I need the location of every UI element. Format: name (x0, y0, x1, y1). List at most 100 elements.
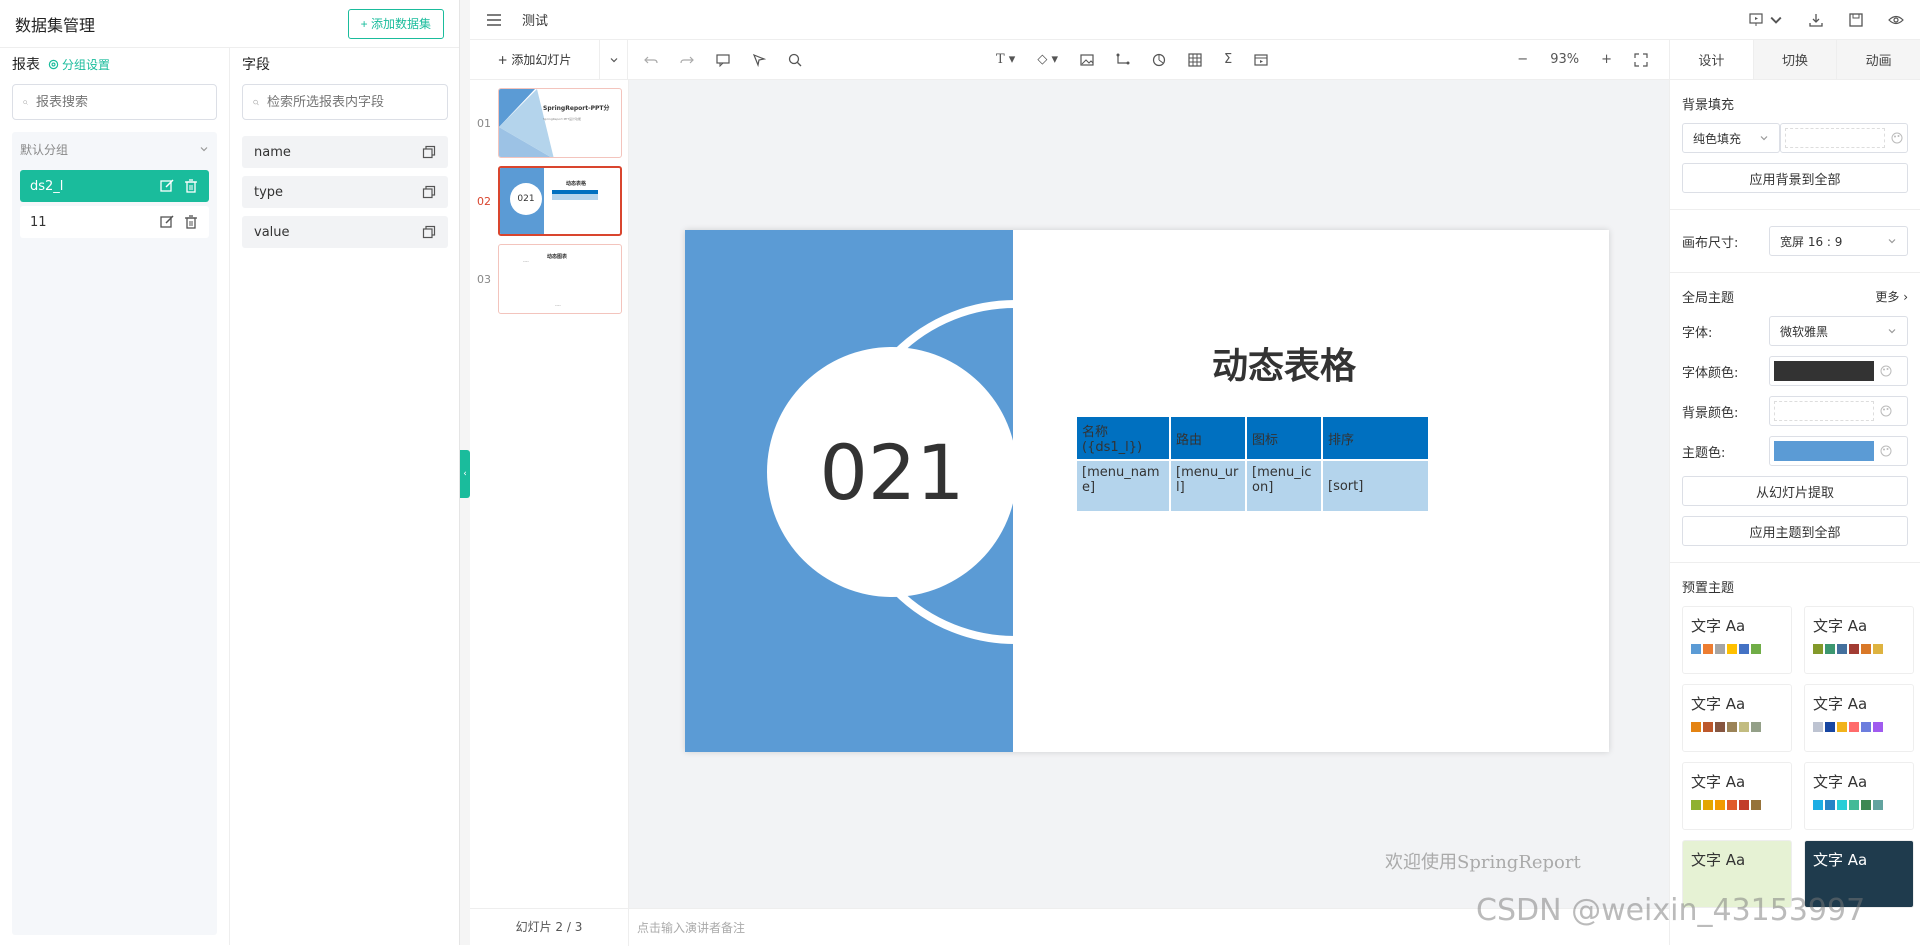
slide-canvas[interactable]: 021 动态表格 名称({ds1_l}) 路由 图标 排序 [menu_name… (629, 80, 1669, 908)
menu-icon[interactable] (486, 13, 502, 27)
slide-thumbnail[interactable]: 动态图表 ---- ---- (498, 244, 622, 314)
undo-icon[interactable] (644, 53, 658, 67)
preset-theme[interactable]: 文字 Aa (1682, 606, 1792, 674)
field-search-box (242, 84, 448, 120)
tab-transition[interactable]: 切换 (1752, 40, 1837, 79)
comment-icon[interactable] (716, 53, 730, 67)
field-item[interactable]: type (242, 176, 448, 208)
report-search-input[interactable] (36, 94, 206, 110)
table-header-cell[interactable]: 图标 (1245, 415, 1323, 461)
add-dataset-button[interactable]: + 添加数据集 (347, 8, 444, 39)
field-column: 字段 name type value (230, 48, 460, 945)
theme-preview-text: 文字 Aa (1691, 773, 1746, 791)
text-tool-icon[interactable]: T ▾ (996, 52, 1015, 67)
add-slide-button[interactable]: + 添加幻灯片 (470, 39, 600, 80)
eye-icon[interactable] (1888, 12, 1904, 28)
shape-tool-icon[interactable]: ◇ ▾ (1037, 52, 1058, 67)
image-icon[interactable] (1080, 53, 1094, 67)
table-header-cell[interactable]: 排序 (1321, 415, 1430, 461)
theme-color-swatch (1774, 441, 1874, 461)
save-icon[interactable] (1848, 12, 1864, 28)
table-cell[interactable]: [menu_url] (1169, 459, 1247, 513)
dataset-group-header[interactable]: 默认分组 (12, 132, 217, 166)
slide-number: 03 (477, 272, 491, 286)
redo-icon[interactable] (680, 53, 694, 67)
theme-color-picker[interactable] (1769, 436, 1908, 466)
table-header-cell[interactable]: 名称({ds1_l}) (1075, 415, 1171, 461)
more-themes-link[interactable]: 更多 › (1875, 288, 1908, 305)
tab-animation[interactable]: 动画 (1836, 40, 1920, 79)
field-item[interactable]: value (242, 216, 448, 248)
table-cell[interactable]: [sort] (1321, 459, 1430, 513)
present-dropdown[interactable] (1748, 12, 1784, 28)
extract-from-slide-button[interactable]: 从幻灯片提取 (1682, 476, 1908, 506)
edit-icon[interactable] (159, 178, 175, 194)
palette-icon (1880, 365, 1892, 377)
media-icon[interactable] (1254, 53, 1268, 67)
slide-thumbnail-row[interactable]: 02 021 动态表格 (470, 166, 628, 236)
preset-theme[interactable]: 文字 Aa (1682, 762, 1792, 830)
apply-theme-all-button[interactable]: 应用主题到全部 (1682, 516, 1908, 546)
fill-type-select[interactable]: 纯色填充 (1682, 123, 1780, 153)
preset-theme[interactable]: 文字 Aa (1804, 684, 1914, 752)
slide-thumbnail-row[interactable]: 03 动态图表 ---- ---- (470, 244, 628, 314)
thumbnail-subtitle: ---- (523, 259, 529, 264)
table-cell[interactable]: [menu_name] (1075, 459, 1171, 513)
theme-preview-text: 文字 Aa (1691, 851, 1746, 869)
canvas-size-select[interactable]: 宽屏 16 : 9 (1769, 226, 1908, 256)
theme-preview-text: 文字 Aa (1813, 773, 1868, 791)
tab-design[interactable]: 设计 (1670, 40, 1753, 79)
slide-thumbnails: 01 SpringReport-PPT分 SpringReport PPT设计功… (470, 80, 629, 908)
apply-bg-all-button[interactable]: 应用背景到全部 (1682, 163, 1908, 193)
slide-thumbnail[interactable]: SpringReport-PPT分 SpringReport PPT设计功能 (498, 88, 622, 158)
zoom-out-icon[interactable]: − (1517, 52, 1528, 67)
chart-icon[interactable] (1152, 53, 1166, 67)
formula-icon[interactable]: Σ (1224, 52, 1232, 67)
select-icon[interactable] (752, 53, 766, 67)
fullscreen-icon[interactable] (1634, 52, 1648, 67)
table-icon[interactable] (1188, 52, 1202, 67)
bg-fill-label: 背景填充 (1682, 98, 1735, 113)
delete-icon[interactable] (183, 214, 199, 230)
table-cell[interactable]: [menu_icon] (1245, 459, 1323, 513)
chevron-left-icon: ‹ (463, 469, 467, 479)
line-tool-icon[interactable] (1116, 53, 1130, 67)
edit-icon[interactable] (159, 214, 175, 230)
zoom-in-icon[interactable]: + (1601, 52, 1612, 67)
copy-icon[interactable] (422, 145, 436, 159)
dataset-item[interactable]: 11 (20, 206, 209, 238)
copy-icon[interactable] (422, 225, 436, 239)
group-setting-link[interactable]: 分组设置 (48, 56, 110, 73)
collapse-panel-button[interactable]: ‹ (460, 450, 470, 498)
field-item[interactable]: name (242, 136, 448, 168)
slide-watermark: 欢迎使用SpringReport (1385, 852, 1581, 873)
chevron-down-icon (610, 57, 617, 62)
preset-theme[interactable]: 文字 Aa (1804, 606, 1914, 674)
add-slide-dropdown[interactable] (600, 39, 628, 80)
slide-thumbnail-row[interactable]: 01 SpringReport-PPT分 SpringReport PPT设计功… (470, 88, 628, 158)
search-icon[interactable] (788, 53, 802, 67)
group-setting-label: 分组设置 (62, 57, 111, 72)
delete-icon[interactable] (183, 178, 199, 194)
ppt-editor: 测试 + 添加幻灯片 T ▾ ◇ ▾ Σ − 93% + 01 SpringRe… (470, 0, 1920, 946)
field-name: name (254, 144, 291, 160)
dataset-item[interactable]: ds2_l (20, 170, 209, 202)
field-search-input[interactable] (267, 94, 437, 110)
slide-number-circle[interactable]: 021 (767, 347, 1017, 597)
document-title[interactable]: 测试 (522, 10, 548, 29)
global-theme-label: 全局主题 (1682, 291, 1735, 306)
preset-theme[interactable]: 文字 Aa (1682, 684, 1792, 752)
current-slide[interactable]: 021 动态表格 名称({ds1_l}) 路由 图标 排序 [menu_name… (685, 230, 1609, 752)
bg-fill-color-picker[interactable] (1780, 123, 1908, 153)
table-header-cell[interactable]: 路由 (1169, 415, 1247, 461)
preset-theme[interactable]: 文字 Aa (1804, 762, 1914, 830)
download-icon[interactable] (1808, 12, 1824, 28)
copy-icon[interactable] (422, 185, 436, 199)
font-select[interactable]: 微软雅黑 (1769, 316, 1908, 346)
font-color-picker[interactable] (1769, 356, 1908, 386)
speaker-notes-input[interactable]: 点击输入演讲者备注 (629, 919, 745, 936)
slide-thumbnail-active[interactable]: 021 动态表格 (498, 166, 622, 236)
dynamic-table[interactable]: 名称({ds1_l}) 路由 图标 排序 [menu_name] [menu_u… (1075, 415, 1430, 513)
slide-title[interactable]: 动态表格 (1212, 337, 1356, 389)
bg-color-picker[interactable] (1769, 396, 1908, 426)
